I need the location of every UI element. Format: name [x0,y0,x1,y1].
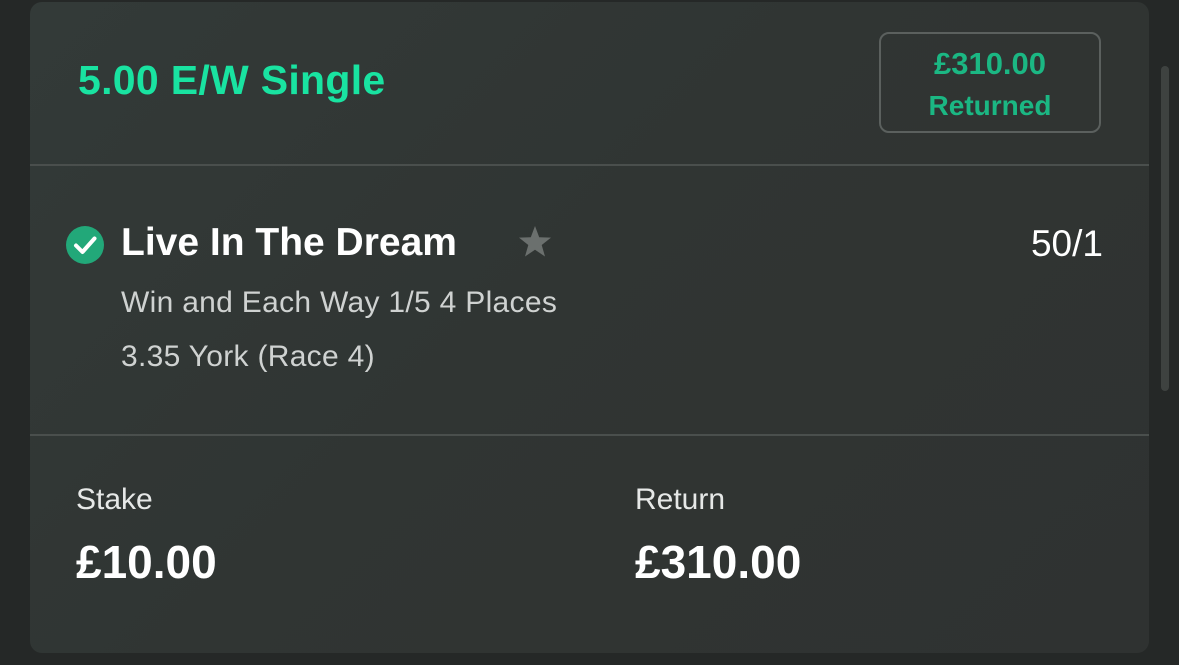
return-value: £310.00 [635,536,802,588]
bet-title: 5.00 E/W Single [78,57,386,103]
bet-card[interactable]: 5.00 E/W Single £310.00 Returned Live In… [30,2,1149,653]
stake-value: £10.00 [76,536,217,588]
star-icon[interactable] [516,223,554,261]
stake-label: Stake [76,483,153,516]
selection-name: Live In The Dream [121,221,457,264]
odds: 50/1 [1030,223,1103,264]
bet-header: 5.00 E/W Single £310.00 Returned [30,2,1149,166]
scrollbar[interactable] [1161,66,1169,391]
selection-row: Live In The Dream 50/1 Win and Each Way … [30,166,1149,436]
check-circle-icon [66,226,104,264]
market-description: Win and Each Way 1/5 4 Places [121,286,558,319]
returned-amount: £310.00 [933,46,1047,81]
returned-label: Returned [928,90,1052,121]
returned-badge: £310.00 Returned [879,32,1101,133]
event-description: 3.35 York (Race 4) [121,340,375,373]
return-label: Return [635,483,726,516]
